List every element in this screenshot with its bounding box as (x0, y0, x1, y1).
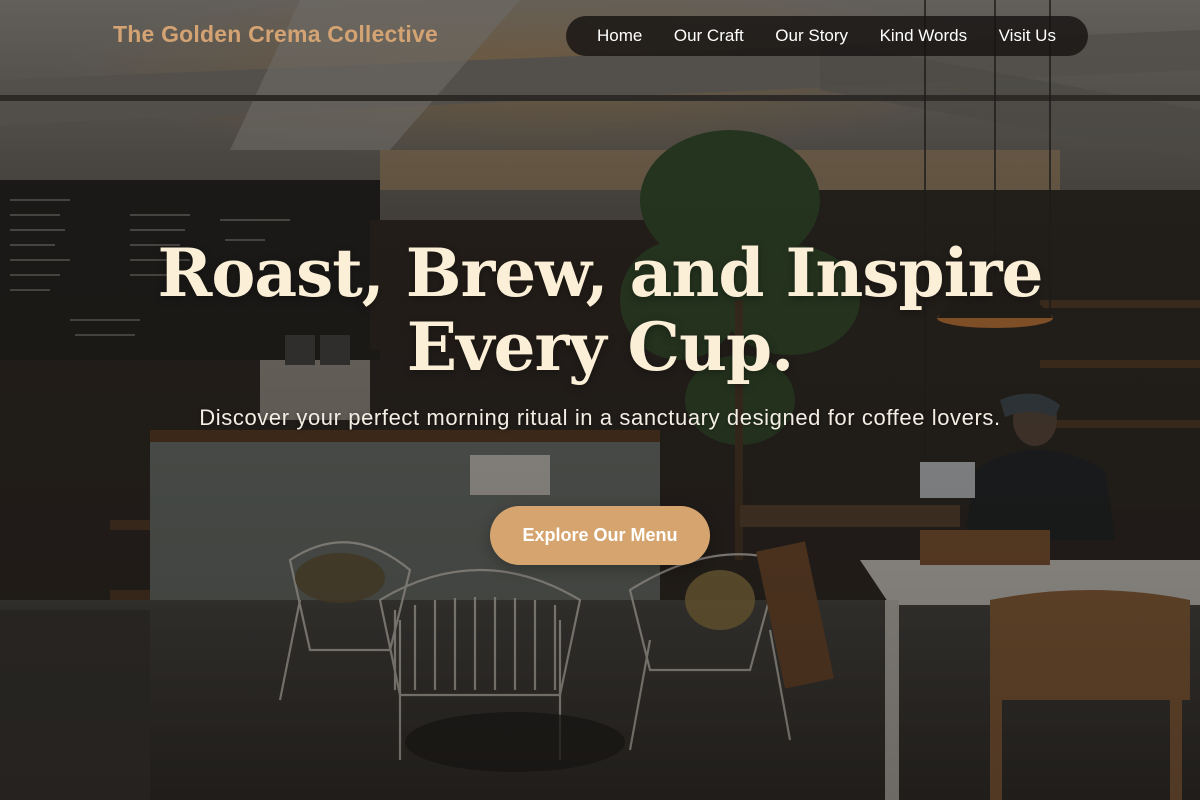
explore-menu-button[interactable]: Explore Our Menu (490, 506, 710, 565)
nav-item-home[interactable]: Home (597, 26, 642, 46)
background-overlay (0, 0, 1200, 800)
nav-item-our-craft[interactable]: Our Craft (674, 26, 744, 46)
nav-item-visit-us[interactable]: Visit Us (999, 26, 1056, 46)
nav-item-kind-words[interactable]: Kind Words (880, 26, 968, 46)
nav-item-our-story[interactable]: Our Story (775, 26, 848, 46)
brand-logo-text[interactable]: The Golden Crema Collective (113, 21, 438, 48)
hero-background-photo (0, 0, 1200, 800)
hero-title: Roast, Brew, and Inspire Every Cup. (157, 234, 1043, 386)
main-navigation: Home Our Craft Our Story Kind Words Visi… (566, 16, 1088, 56)
hero-subtitle: Discover your perfect morning ritual in … (199, 405, 1001, 430)
